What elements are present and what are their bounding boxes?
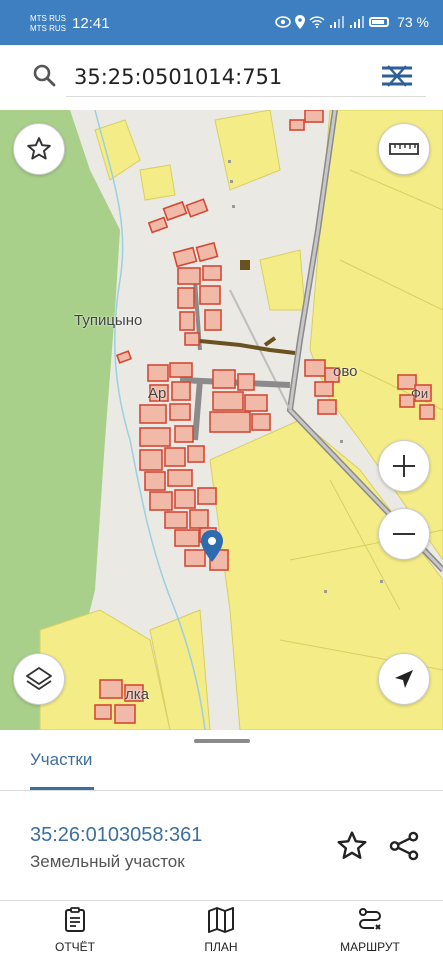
place-label-lka: лка <box>125 686 149 703</box>
nav-route[interactable]: МАРШРУТ <box>310 907 430 954</box>
battery-level: 73 % <box>397 14 429 30</box>
star-icon[interactable] <box>336 830 368 862</box>
status-icons: 73 % <box>275 14 429 30</box>
signal-icon-2 <box>350 16 365 28</box>
zoom-in-button[interactable] <box>378 440 430 492</box>
search-icon[interactable] <box>32 63 58 89</box>
parcel-number[interactable]: 35:26:0103058:361 <box>30 824 202 847</box>
zoom-out-button[interactable] <box>378 508 430 560</box>
favorite-button[interactable] <box>13 123 65 175</box>
sheet-drag-handle[interactable] <box>194 739 250 743</box>
navigation-arrow-icon <box>395 670 413 688</box>
nav-plan-label: ПЛАН <box>204 940 238 954</box>
search-bar <box>0 45 443 110</box>
battery-icon <box>369 17 390 27</box>
divider <box>0 790 443 791</box>
wifi-icon <box>309 16 325 28</box>
layers-button[interactable] <box>13 653 65 705</box>
carrier-1: MTS RUS <box>30 14 66 23</box>
nav-plan[interactable]: ПЛАН <box>161 907 281 954</box>
map-canvas[interactable] <box>0 110 443 730</box>
signal-icon <box>330 16 345 28</box>
nav-route-label: МАРШРУТ <box>340 940 400 954</box>
clock: 12:41 <box>72 15 110 32</box>
place-label-tupitsyno: Тупицыно <box>74 312 143 329</box>
route-icon <box>359 908 381 930</box>
parcel-type: Земельный участок <box>30 852 185 871</box>
ruler-icon <box>389 143 419 155</box>
carrier-2: MTS RUS <box>30 24 66 33</box>
place-label-fi: Фи <box>411 386 429 401</box>
map-icon <box>208 907 234 933</box>
search-input[interactable] <box>66 57 426 97</box>
plus-icon <box>393 455 415 477</box>
location-icon <box>295 15 306 29</box>
nav-report-label: ОТЧЁТ <box>54 940 95 954</box>
place-label-ovo: ово <box>333 363 358 380</box>
parcel-n2 <box>139 164 176 201</box>
my-location-button[interactable] <box>378 653 430 705</box>
status-bar: MTS RUS MTS RUS 12:41 73 % <box>0 0 443 45</box>
share-icon[interactable] <box>388 830 420 862</box>
filter-clear-icon[interactable] <box>380 65 414 87</box>
eye-icon <box>275 16 291 28</box>
star-icon <box>27 137 51 160</box>
layers-icon <box>26 667 52 690</box>
bottom-nav: ОТЧЁТ ПЛАН МАРШРУТ <box>0 900 443 961</box>
map-view[interactable]: Тупицыно Ар ово Фи лка <box>0 110 443 730</box>
bottom-sheet: Участки 35:26:0103058:361 Земельный учас… <box>0 730 443 900</box>
document-icon <box>65 907 85 932</box>
measure-button[interactable] <box>378 123 430 175</box>
carrier-info: MTS RUS MTS RUS <box>30 14 66 34</box>
place-label-art: Ар <box>148 385 167 402</box>
minus-icon <box>393 533 415 535</box>
nav-report[interactable]: ОТЧЁТ <box>15 907 135 954</box>
tab-parcels[interactable]: Участки <box>30 750 92 770</box>
